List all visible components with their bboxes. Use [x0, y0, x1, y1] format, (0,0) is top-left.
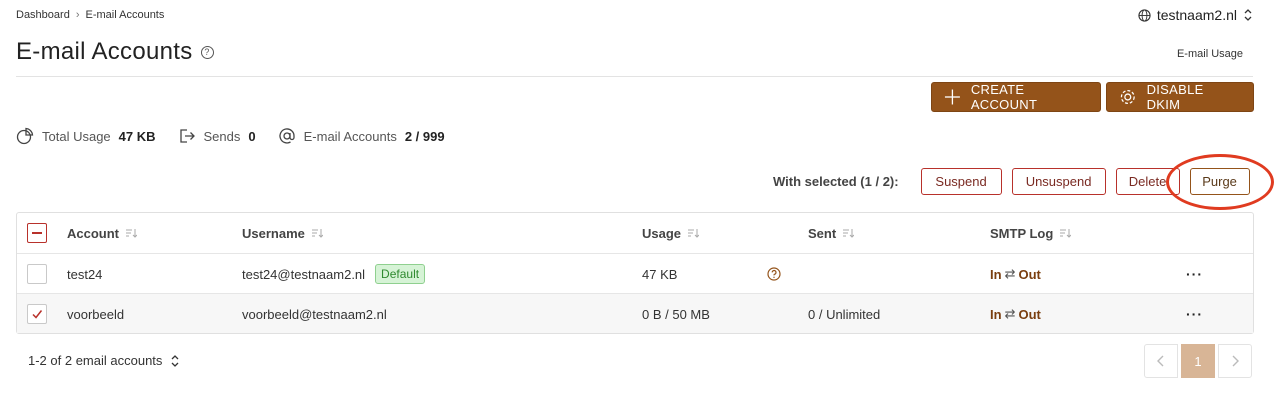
sort-icon — [126, 229, 137, 238]
swap-icon: ⇄ — [1004, 306, 1016, 321]
row-username-text: voorbeeld@testnaam2.nl — [242, 306, 387, 322]
domain-name: testnaam2.nl — [1156, 7, 1237, 23]
row-menu-icon[interactable]: ··· — [1186, 254, 1203, 294]
row-select-cell — [27, 254, 47, 294]
default-badge: Default — [375, 264, 426, 284]
disable-dkim-label: DISABLE DKIM — [1146, 82, 1204, 112]
sends-label: Sends — [203, 128, 241, 144]
page-title: E-mail Accounts ? — [16, 38, 214, 66]
sort-icon — [311, 229, 323, 238]
select-all-checkbox[interactable] — [27, 223, 47, 243]
pagination-info-text: 1-2 of 2 email accounts — [28, 353, 163, 368]
globe-icon — [1138, 8, 1151, 22]
usage-help-cell — [767, 254, 781, 294]
page-title-text: E-mail Accounts — [16, 38, 193, 65]
stat-email-accounts: E-mail Accounts 2 / 999 — [278, 127, 445, 145]
header-smtp-log-label: SMTP Log — [990, 225, 1054, 241]
chevron-updown-icon — [171, 354, 179, 367]
header-smtp-log[interactable]: SMTP Log — [990, 213, 1072, 253]
sort-icon — [688, 229, 700, 238]
header-usage-label: Usage — [642, 225, 682, 241]
row-checkbox-checked[interactable] — [27, 304, 47, 324]
accounts-table: Account Username Usage Sent SMTP Log tes… — [16, 212, 1254, 334]
pie-chart-icon — [16, 127, 34, 145]
domain-selector[interactable]: testnaam2.nl — [1138, 7, 1253, 23]
question-circle-icon[interactable] — [767, 267, 781, 281]
send-out-icon — [179, 129, 195, 143]
total-usage-value: 47 KB — [118, 128, 156, 144]
breadcrumb-current: E-mail Accounts — [85, 9, 165, 21]
row-select-cell — [27, 294, 47, 334]
disable-dkim-button[interactable]: DISABLE DKIM — [1106, 82, 1254, 112]
table-row: test24 test24@testnaam2.nl Default 47 KB… — [17, 253, 1253, 293]
unsuspend-button[interactable]: Unsuspend — [1011, 168, 1106, 195]
header-sent-label: Sent — [808, 225, 837, 241]
row-sent: 0 / Unlimited — [808, 306, 881, 322]
row-menu-icon[interactable]: ··· — [1186, 294, 1203, 334]
smtp-log-link[interactable]: In ⇄ Out — [990, 294, 1041, 334]
row-usage: 47 KB — [642, 266, 678, 282]
row-usage: 0 B / 50 MB — [642, 306, 710, 322]
breadcrumb-dashboard[interactable]: Dashboard — [16, 9, 70, 21]
email-usage-link[interactable]: E-mail Usage — [1177, 48, 1243, 60]
row-username: test24@testnaam2.nl Default — [242, 254, 426, 294]
smtp-out: Out — [1018, 306, 1041, 322]
page-1-button[interactable]: 1 — [1181, 344, 1215, 378]
header-username[interactable]: Username — [242, 213, 323, 253]
gear-icon — [1120, 90, 1135, 104]
row-checkbox[interactable] — [27, 264, 47, 284]
row-account: test24 — [67, 266, 103, 282]
row-username: voorbeeld@testnaam2.nl — [242, 294, 387, 334]
create-account-label: CREATE ACCOUNT — [970, 82, 1038, 112]
row-username-text: test24@testnaam2.nl — [242, 266, 366, 282]
pagination-info[interactable]: 1-2 of 2 email accounts — [28, 353, 180, 368]
breadcrumb-separator: › — [75, 9, 80, 21]
smtp-out: Out — [1018, 266, 1041, 282]
table-row: voorbeeld voorbeeld@testnaam2.nl 0 B / 5… — [17, 293, 1253, 333]
total-usage-label: Total Usage — [42, 128, 111, 144]
header-username-label: Username — [242, 225, 305, 241]
stat-sends: Sends 0 — [178, 127, 256, 145]
create-account-button[interactable]: CREATE ACCOUNT — [931, 82, 1101, 112]
email-accounts-value: 2 / 999 — [404, 128, 445, 144]
sends-value: 0 — [248, 128, 256, 144]
purge-highlight-circle — [1166, 154, 1274, 210]
header-sent[interactable]: Sent — [808, 213, 855, 253]
bulk-selection-label: With selected (1 / 2): — [773, 174, 899, 189]
chevron-left-icon — [1157, 355, 1164, 367]
checkmark-icon — [32, 310, 43, 319]
select-all-cell — [27, 213, 47, 253]
stats-bar: Total Usage 47 KB Sends 0 E-mail Account… — [16, 127, 467, 145]
header-usage[interactable]: Usage — [642, 213, 700, 253]
divider — [16, 76, 1253, 77]
swap-icon: ⇄ — [1004, 266, 1016, 281]
chevron-right-icon — [1232, 355, 1239, 367]
sort-icon — [843, 229, 855, 238]
row-account: voorbeeld — [67, 306, 125, 322]
smtp-in: In — [990, 306, 1002, 322]
email-accounts-label: E-mail Accounts — [303, 128, 397, 144]
suspend-button[interactable]: Suspend — [920, 168, 1002, 195]
smtp-in: In — [990, 266, 1002, 282]
plus-icon — [944, 89, 960, 105]
breadcrumb: Dashboard › E-mail Accounts — [16, 9, 164, 21]
chevron-updown-icon — [1244, 9, 1252, 21]
sort-icon — [1060, 229, 1072, 238]
help-icon[interactable]: ? — [200, 45, 214, 59]
next-page-button[interactable] — [1218, 344, 1252, 378]
stat-total-usage: Total Usage 47 KB — [16, 127, 156, 145]
header-account[interactable]: Account — [67, 213, 137, 253]
table-header-row: Account Username Usage Sent SMTP Log — [17, 213, 1253, 253]
at-sign-icon — [278, 128, 295, 144]
header-account-label: Account — [67, 225, 119, 241]
previous-page-button[interactable] — [1144, 344, 1178, 378]
smtp-log-link[interactable]: In ⇄ Out — [990, 254, 1041, 294]
